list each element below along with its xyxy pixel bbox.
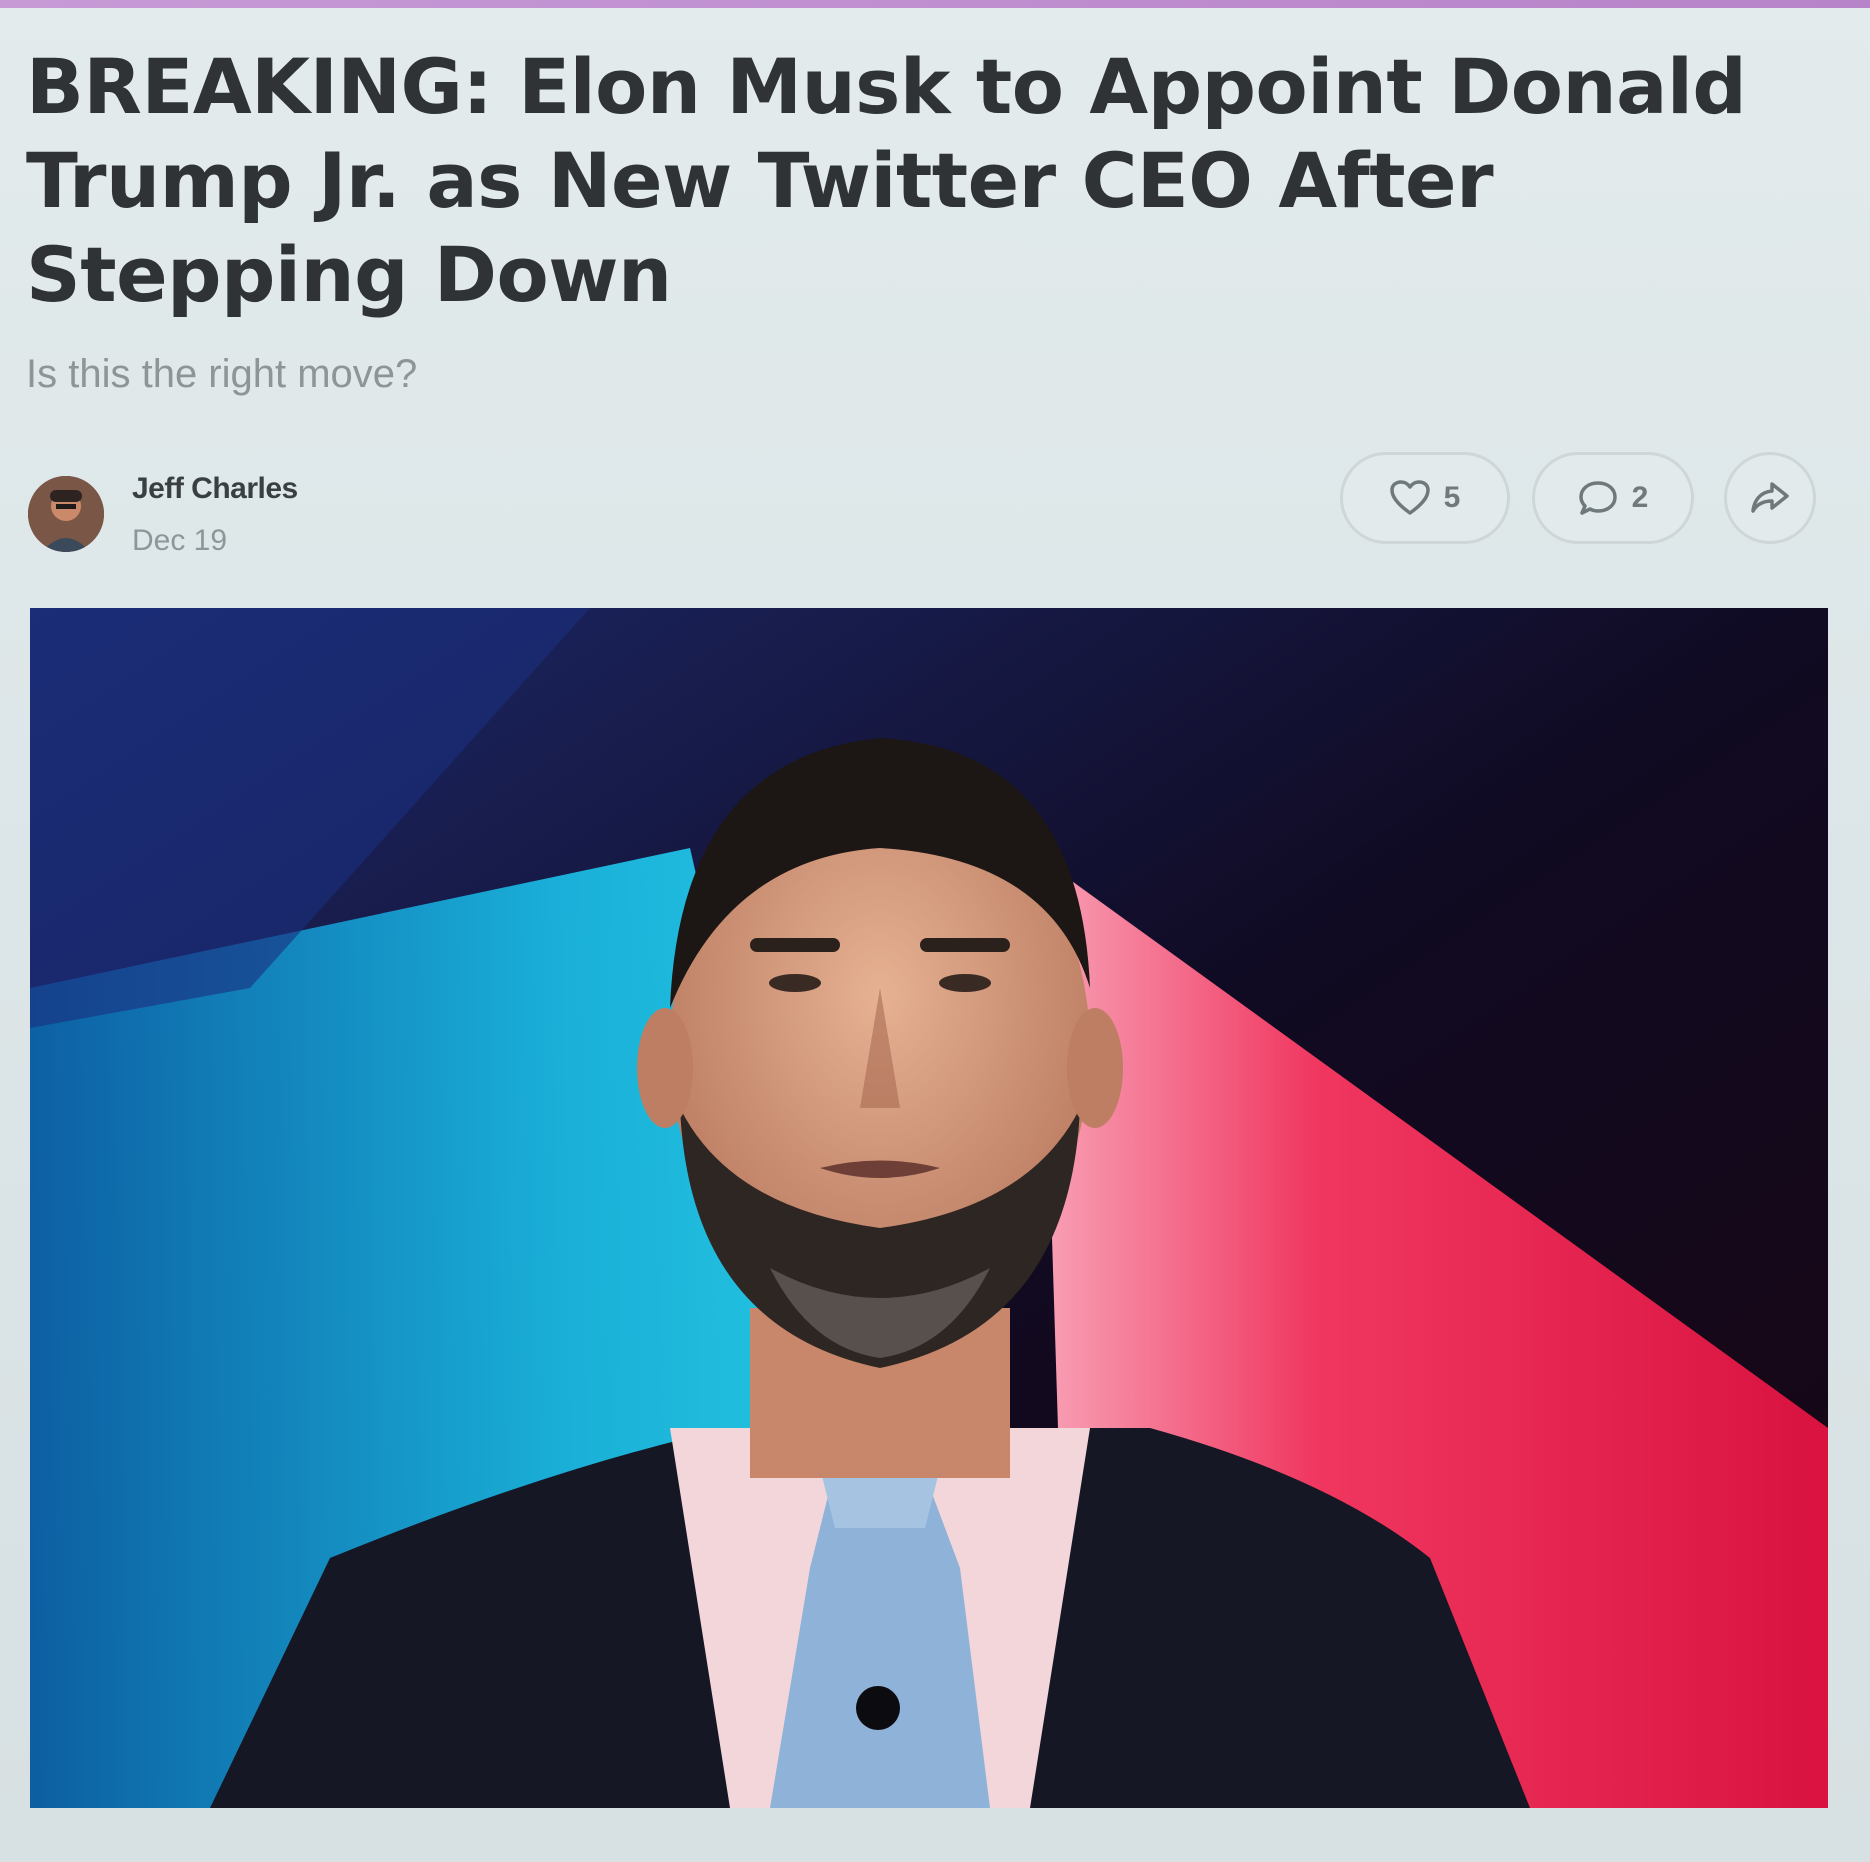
- comment-button[interactable]: 2: [1532, 452, 1694, 544]
- heart-icon: [1389, 480, 1430, 516]
- comment-bubble-icon: [1578, 479, 1618, 517]
- portrait-photo: [30, 608, 1828, 1808]
- avatar-image: [28, 476, 104, 552]
- share-arrow-icon: [1750, 480, 1790, 516]
- author-avatar[interactable]: [28, 476, 104, 552]
- share-button[interactable]: [1724, 452, 1816, 544]
- comment-count: 2: [1631, 481, 1649, 514]
- post-date: Dec 19: [132, 524, 228, 557]
- post-page: BREAKING: Elon Musk to Appoint Donald Tr…: [0, 0, 1870, 1862]
- like-count: 5: [1443, 481, 1461, 514]
- post-subtitle: Is this the right move?: [26, 352, 418, 396]
- top-accent-bar: [0, 0, 1870, 8]
- like-button[interactable]: 5: [1340, 452, 1510, 544]
- hero-image[interactable]: [30, 608, 1828, 1808]
- author-name[interactable]: Jeff Charles: [132, 472, 298, 506]
- post-title: BREAKING: Elon Musk to Appoint Donald Tr…: [26, 42, 1747, 319]
